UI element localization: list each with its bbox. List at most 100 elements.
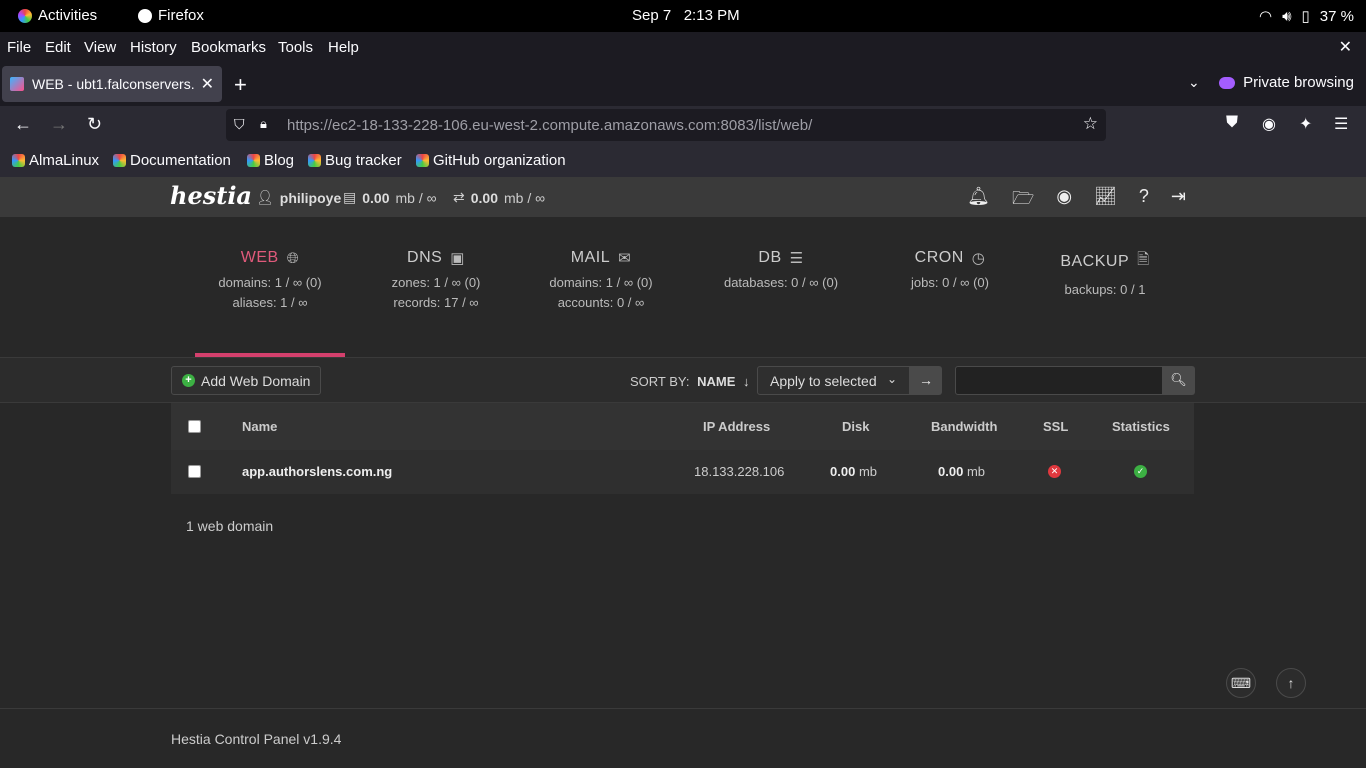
- tab-dns[interactable]: DNS ▣ zones: 1 / ∞ (0) records: 17 / ∞: [361, 249, 511, 310]
- resource-tabs: WEB 🌐︎ domains: 1 / ∞ (0) aliases: 1 / ∞ …: [0, 217, 1366, 358]
- bookmark-documentation[interactable]: Documentation: [113, 152, 231, 169]
- footer: Hestia Control Panel v1.9.4: [0, 708, 1366, 768]
- file-zip-icon: 🗎: [1137, 251, 1150, 268]
- hamburger-menu-icon[interactable]: ☰: [1334, 114, 1348, 134]
- tab-web-title: WEB: [240, 249, 279, 266]
- file-manager-folder-icon[interactable]: 🗁: [1012, 186, 1034, 216]
- chevron-down-icon: ⌄: [886, 372, 897, 386]
- bookmark-star-icon[interactable]: ☆: [1083, 114, 1098, 134]
- almalinux-icon: [247, 154, 260, 167]
- menu-help[interactable]: Help: [328, 39, 359, 56]
- pocket-icon[interactable]: ⛊: [1226, 114, 1238, 132]
- activities-label: Activities: [38, 7, 98, 24]
- menu-view[interactable]: View: [84, 39, 116, 56]
- bookmark-blog[interactable]: Blog: [247, 152, 294, 169]
- system-tray[interactable]: ◠ 🔊︎ ▯ 37 %: [1258, 7, 1354, 26]
- row-checkbox[interactable]: [188, 465, 201, 478]
- battery-percent: 37 %: [1319, 7, 1354, 25]
- app-menu[interactable]: Firefox: [138, 7, 204, 24]
- list-tabs-chevron-icon[interactable]: ⌄: [1188, 74, 1200, 91]
- bulk-action-select[interactable]: Apply to selected ⌄: [757, 366, 910, 395]
- tab-db[interactable]: DB ☰ databases: 0 / ∞ (0): [706, 249, 856, 290]
- user-menu[interactable]: 👤︎ philipoye: [256, 189, 341, 206]
- almalinux-icon: [113, 154, 126, 167]
- menu-tools[interactable]: Tools: [278, 39, 313, 56]
- activities-button[interactable]: Activities: [18, 7, 97, 24]
- hestia-logo[interactable]: hestia: [170, 181, 252, 210]
- lock-icon[interactable]: 🔒︎: [260, 116, 267, 132]
- url-bar[interactable]: ⛉ 🔒︎ https://ec2-18-133-228-106.eu-west-…: [226, 109, 1106, 141]
- new-tab-plus-icon[interactable]: +: [234, 72, 247, 98]
- tab-web[interactable]: WEB 🌐︎ domains: 1 / ∞ (0) aliases: 1 / ∞: [195, 249, 345, 310]
- bookmarks-toolbar: AlmaLinux Documentation Blog Bug tracker…: [0, 144, 1366, 177]
- notifications-bell-icon[interactable]: 🔔︎: [967, 186, 990, 216]
- header-statistics[interactable]: Statistics: [1112, 419, 1170, 434]
- header-disk[interactable]: Disk: [842, 419, 869, 434]
- tab-dns-title: DNS: [407, 249, 443, 266]
- table-header: Name IP Address Disk Bandwidth SSL Stati…: [171, 403, 1194, 450]
- bookmark-label: GitHub organization: [433, 152, 566, 169]
- dns-zones-stat: zones: 1 / ∞ (0): [391, 275, 481, 290]
- private-browsing-indicator: Private browsing: [1219, 74, 1354, 91]
- domain-name-link[interactable]: app.authorslens.com.ng: [242, 464, 392, 479]
- tracking-shield-icon[interactable]: ⛉: [234, 116, 245, 133]
- tab-close-icon[interactable]: ✕: [201, 74, 214, 94]
- app-name: Firefox: [158, 7, 204, 24]
- menu-file[interactable]: File: [7, 39, 31, 56]
- bookmark-almalinux[interactable]: AlmaLinux: [12, 152, 99, 169]
- almalinux-icon: [416, 154, 429, 167]
- header-name[interactable]: Name: [242, 419, 277, 434]
- account-icon[interactable]: ◉: [1262, 114, 1276, 134]
- back-arrow-icon[interactable]: ←: [14, 114, 32, 135]
- bookmark-label: Documentation: [130, 152, 231, 169]
- tab-mail[interactable]: MAIL ✉ domains: 1 / ∞ (0) accounts: 0 / ∞: [526, 249, 676, 310]
- bookmark-github[interactable]: GitHub organization: [416, 152, 566, 169]
- keyboard-shortcuts-button[interactable]: ⌨: [1226, 668, 1256, 698]
- add-web-domain-button[interactable]: + Add Web Domain: [171, 366, 322, 395]
- search-button[interactable]: 🔍︎: [1162, 366, 1195, 395]
- mail-accounts-stat: accounts: 0 / ∞: [557, 295, 645, 310]
- tab-backup[interactable]: BACKUP 🗎 backups: 0 / 1: [1030, 249, 1180, 297]
- header-ip[interactable]: IP Address: [703, 419, 770, 434]
- search-input[interactable]: [955, 366, 1163, 395]
- hestia-top-bar: hestia 👤︎ philipoye ▤ 0.00 mb / ∞ ⇄ 0.00…: [0, 177, 1366, 217]
- url-text[interactable]: https://ec2-18-133-228-106.eu-west-2.com…: [287, 117, 812, 134]
- header-ssl[interactable]: SSL: [1043, 419, 1068, 434]
- select-all-checkbox[interactable]: [188, 420, 201, 433]
- sort-by-control[interactable]: SORT BY: NAME ↓: [630, 374, 750, 389]
- hard-drive-icon: ▤: [343, 189, 357, 205]
- clock[interactable]: Sep 7 2:13 PM: [632, 7, 740, 24]
- logout-icon[interactable]: ⇥: [1171, 186, 1186, 216]
- window-close-icon[interactable]: ✕: [1339, 37, 1352, 57]
- menu-bookmarks[interactable]: Bookmarks: [191, 39, 266, 56]
- forward-arrow-icon[interactable]: →: [50, 114, 68, 135]
- reload-icon[interactable]: ↻: [87, 114, 102, 135]
- transfer-arrows-icon: ⇄: [453, 189, 465, 205]
- disk-value: 0.00: [362, 189, 390, 206]
- distro-logo-icon: [18, 8, 32, 23]
- tab-active[interactable]: WEB - ubt1.falconservers. ✕: [2, 66, 222, 102]
- tab-cron[interactable]: CRON ◷ jobs: 0 / ∞ (0): [875, 249, 1025, 290]
- scroll-to-top-button[interactable]: ↑: [1276, 668, 1306, 698]
- profile-icon[interactable]: ◉: [1056, 186, 1072, 216]
- help-icon[interactable]: ?: [1139, 186, 1149, 216]
- domain-bandwidth-value: 0.00: [938, 464, 964, 479]
- statistics-chart-icon[interactable]: 📈︎: [1094, 186, 1117, 216]
- firefox-icon: [138, 8, 152, 23]
- bandwidth-value: 0.00: [470, 189, 498, 206]
- list-toolbar: + Add Web Domain SORT BY: NAME ↓ Apply t…: [0, 358, 1366, 403]
- menu-edit[interactable]: Edit: [45, 39, 71, 56]
- bookmark-label: Blog: [264, 152, 295, 169]
- url-main: https://ec2-18-133-228-106.eu-west-2.com…: [287, 117, 717, 134]
- extensions-icon[interactable]: ✦: [1299, 114, 1312, 134]
- domain-disk-value: 0.00: [830, 464, 856, 479]
- header-bandwidth[interactable]: Bandwidth: [931, 419, 997, 434]
- bookmark-bug-tracker[interactable]: Bug tracker: [308, 152, 402, 169]
- apply-action-button[interactable]: →: [910, 366, 942, 395]
- wifi-icon: ◠: [1258, 8, 1273, 25]
- tab-cron-title: CRON: [914, 249, 964, 266]
- domain-count: 1 web domain: [186, 518, 274, 534]
- add-circle-icon: +: [182, 374, 195, 387]
- volume-icon: 🔊︎: [1282, 7, 1292, 25]
- menu-history[interactable]: History: [130, 39, 177, 56]
